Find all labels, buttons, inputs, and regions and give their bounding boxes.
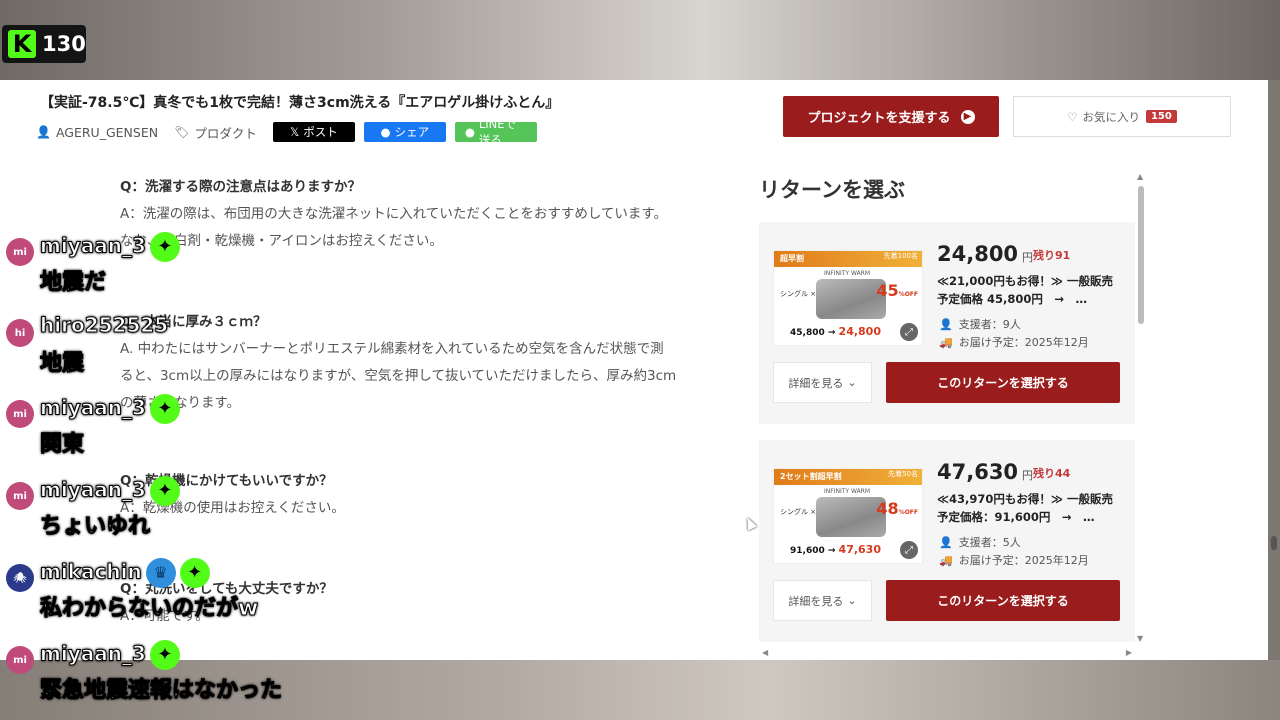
faq-answer-line: A. 中わたにはサンバーナーとポリエステル綿素材を入れているため空気を含んだ状態… bbox=[120, 341, 664, 357]
chevron-down-icon: ⌄ bbox=[847, 594, 857, 607]
faq-answer-line: A：洗濯の際は、布団用の大きな洗濯ネットに入れていただくことをおすすめしています… bbox=[120, 206, 668, 222]
faq-question: Q：乾燥機にかけてもいいですか？ bbox=[120, 473, 333, 489]
user-icon: 👤 bbox=[939, 535, 953, 549]
heart-icon: ♡ bbox=[1067, 109, 1078, 124]
return-detail-button[interactable]: 詳細を見る ⌄ bbox=[773, 580, 872, 621]
return-image-brand: INFINITY WARM bbox=[824, 488, 871, 495]
share-facebook-label: シェア bbox=[394, 125, 430, 139]
share-x-button[interactable]: 𝕏 ポスト bbox=[272, 122, 355, 142]
faq-question: Q：洗濯する際の注意点はありますか？ bbox=[120, 179, 361, 195]
return-image-brand: INFINITY WARM bbox=[824, 270, 871, 277]
user-icon: 👤 bbox=[939, 317, 953, 331]
return-remaining: 残り91 bbox=[1033, 249, 1071, 262]
share-line-label: LINEで送る bbox=[478, 117, 517, 147]
truck-icon: 🚚 bbox=[939, 335, 953, 349]
favorite-count: 150 bbox=[1145, 110, 1177, 123]
support-project-button[interactable]: プロジェクトを支援する ▶ bbox=[783, 96, 999, 137]
favorite-button[interactable]: ♡ お気に入り 150 bbox=[1013, 96, 1231, 137]
faq-answer-line: なお、漂白剤・乾燥機・アイロンはお控えください。 bbox=[120, 233, 443, 249]
author-name: AGERU_GENSEN bbox=[55, 124, 159, 140]
select-return-button[interactable]: このリターンを選択する bbox=[886, 362, 1120, 403]
return-image-qty: シングル ×2 bbox=[780, 508, 821, 516]
share-facebook-button[interactable]: ● シェア bbox=[363, 122, 446, 142]
return-image[interactable]: 2セット割超早割 先着50名 INFINITY WARM シングル ×2 48%… bbox=[773, 468, 923, 564]
return-price: 47,630 円 bbox=[937, 460, 1034, 484]
return-image-discount: 45%OFF bbox=[876, 281, 918, 300]
return-delivery: 🚚 お届け予定：2025年12月 bbox=[939, 335, 1089, 350]
faq-item: Q：丸洗いをしても大丈夫ですか？ A：可能です。 bbox=[120, 576, 333, 630]
return-backers: 👤 支援者：9人 bbox=[939, 317, 1021, 332]
share-line-button[interactable]: ● LINEで送る bbox=[454, 117, 537, 147]
user-icon: 👤 bbox=[36, 125, 51, 139]
return-image[interactable]: 超早割 先着100名 INFINITY WARM シングル ×1 45%OFF … bbox=[773, 250, 923, 346]
faq-answer-line: ると、3cm以上の厚みにはなりますが、空気を押して抜いていただけましたら、厚み約… bbox=[120, 368, 677, 384]
favorite-label: お気に入り bbox=[1082, 109, 1140, 124]
x-logo-icon: 𝕏 bbox=[289, 125, 300, 139]
return-card: 超早割 先着100名 INFINITY WARM シングル ×1 45%OFF … bbox=[759, 222, 1135, 424]
faq-item: Q：本当に厚み３ｃｍ？ A. 中わたにはサンバーナーとポリエステル綿素材を入れて… bbox=[120, 309, 676, 417]
return-card: 2セット割超早割 先着50名 INFINITY WARM シングル ×2 48%… bbox=[759, 440, 1135, 642]
returns-scrollbar[interactable]: ▲ ▼ bbox=[1137, 172, 1145, 646]
faq-answer-line: の薄さになります。 bbox=[120, 395, 241, 411]
return-detail-button[interactable]: 詳細を見る ⌄ bbox=[773, 362, 872, 403]
faq-answer-line: A：可能です。 bbox=[120, 608, 209, 624]
zoom-icon[interactable]: ⤢ bbox=[900, 323, 918, 341]
faq-answer-line: A：乾燥機の使用はお控えください。 bbox=[120, 500, 345, 516]
return-delivery: 🚚 お届け予定：2025年12月 bbox=[939, 553, 1089, 568]
return-image-qty: シングル ×1 bbox=[780, 290, 821, 298]
kick-logo-icon: K bbox=[8, 30, 36, 58]
project-title: 【実証-78.5℃】真冬でも1枚で完結！薄さ3cm洗える『エアロゲル掛けふとん』 bbox=[40, 95, 560, 111]
scrollbar-thumb bbox=[1138, 186, 1144, 324]
return-description: ≪21,000円もお得！≫ 一般販売 予定価格 45,800円 → … bbox=[937, 274, 1113, 306]
return-image-discount: 48%OFF bbox=[876, 499, 918, 518]
category-link[interactable]: 🏷 プロダクト bbox=[174, 123, 257, 142]
faq-item: Q：洗濯する際の注意点はありますか？ A：洗濯の際は、布団用の大きな洗濯ネットに… bbox=[120, 174, 667, 255]
return-image-prices: 91,600 → 47,630 bbox=[790, 543, 881, 556]
project-page: 【実証-78.5℃】真冬でも1枚で完結！薄さ3cm洗える『エアロゲル掛けふとん』… bbox=[0, 80, 1268, 660]
faq-item: Q：乾燥機にかけてもいいですか？ A：乾燥機の使用はお控えください。 bbox=[120, 468, 345, 522]
viewer-count: 130 bbox=[42, 32, 86, 56]
returns-horizontal-scrollbar[interactable]: ◀ ▶ bbox=[762, 648, 1132, 657]
return-backers: 👤 支援者：5人 bbox=[939, 535, 1021, 550]
faq-question: Q：丸洗いをしても大丈夫ですか？ bbox=[120, 581, 333, 597]
chevron-down-icon: ⌄ bbox=[847, 376, 857, 389]
select-return-button[interactable]: このリターンを選択する bbox=[886, 580, 1120, 621]
zoom-icon[interactable]: ⤢ bbox=[900, 541, 918, 559]
return-remaining: 残り44 bbox=[1033, 467, 1071, 480]
return-image-ribbon-note: 先着100名 bbox=[883, 252, 918, 260]
share-x-label: ポスト bbox=[303, 125, 338, 139]
viewer-count-badge: K 130 bbox=[2, 25, 86, 63]
scroll-right-icon: ▶ bbox=[1125, 648, 1132, 657]
author-link[interactable]: 👤 AGERU_GENSEN bbox=[36, 125, 158, 140]
faq-question: Q：本当に厚み３ｃｍ？ bbox=[120, 314, 267, 330]
arrow-right-icon: ▶ bbox=[960, 109, 975, 124]
return-image-ribbon-note: 先着50名 bbox=[888, 470, 918, 478]
truck-icon: 🚚 bbox=[939, 553, 953, 567]
stream-background-bottom bbox=[0, 658, 1280, 720]
stream-background-top bbox=[0, 0, 1280, 80]
returns-heading: リターンを選ぶ bbox=[759, 178, 905, 202]
category-name: プロダクト bbox=[194, 125, 257, 141]
page-scrollbar[interactable] bbox=[1270, 90, 1278, 650]
scroll-up-icon: ▲ bbox=[1137, 172, 1144, 181]
line-icon: ● bbox=[464, 125, 475, 139]
return-price: 24,800 円 bbox=[937, 242, 1034, 266]
scroll-left-icon: ◀ bbox=[762, 648, 769, 657]
return-image-prices: 45,800 → 24,800 bbox=[790, 325, 881, 338]
scroll-down-icon: ▼ bbox=[1137, 634, 1144, 643]
return-description: ≪43,970円もお得！≫ 一般販売 予定価格：91,600円 → … bbox=[937, 492, 1113, 524]
facebook-icon: ● bbox=[380, 125, 391, 139]
project-meta: 👤 AGERU_GENSEN 🏷 プロダクト 𝕏 ポスト ● シェア ● LIN… bbox=[36, 117, 546, 147]
page-scrollbar-thumb bbox=[1271, 536, 1277, 550]
support-button-label: プロジェクトを支援する bbox=[807, 111, 951, 126]
tag-icon: 🏷 bbox=[174, 125, 190, 139]
